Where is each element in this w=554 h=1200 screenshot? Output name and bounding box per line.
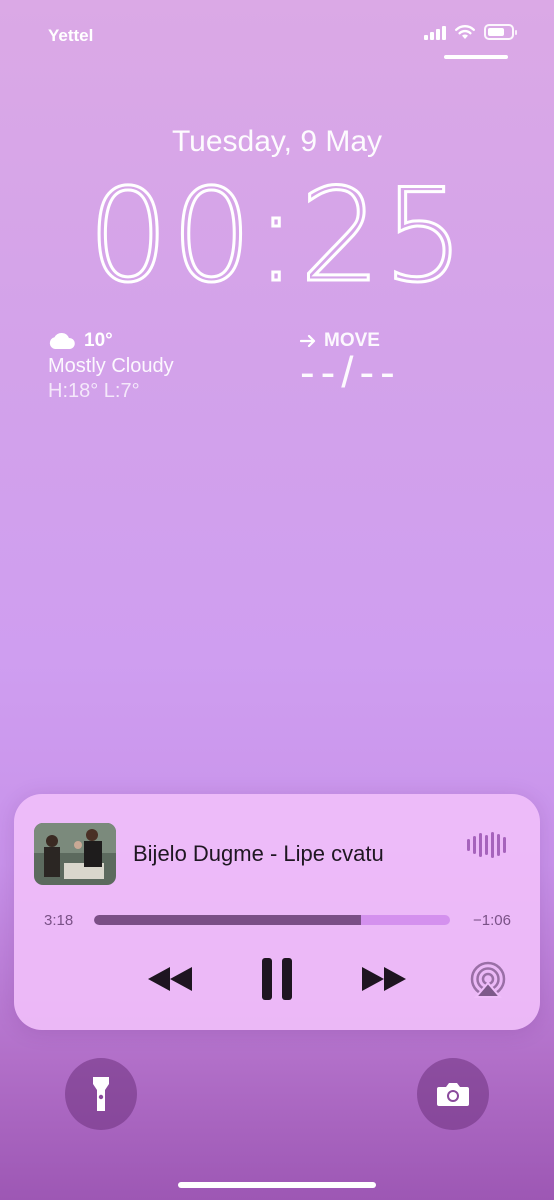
lock-date: Tuesday, 9 May xyxy=(171,125,383,158)
wifi-icon xyxy=(455,25,475,39)
cellular-signal-icon xyxy=(424,24,446,40)
home-indicator[interactable] xyxy=(178,1182,376,1188)
activity-widget[interactable]: MOVE --/-- xyxy=(300,330,401,398)
move-value: --/-- xyxy=(300,348,401,397)
airplay-icon xyxy=(470,961,506,998)
fast-forward-button[interactable] xyxy=(358,954,410,1004)
waveform-icon xyxy=(467,832,506,858)
flashlight-button[interactable] xyxy=(65,1058,137,1130)
flashlight-icon xyxy=(93,1077,109,1111)
playback-scrubber[interactable] xyxy=(94,915,450,925)
weather-high-low: H:18° L:7° xyxy=(48,380,140,402)
carrier-name: Yettel xyxy=(48,26,94,45)
backward-icon xyxy=(148,967,192,991)
album-artwork[interactable] xyxy=(34,823,116,885)
now-playing-card[interactable]: Bijelo Dugme - Lipe cvatu 3:18 −1:06 xyxy=(14,794,540,1030)
camera-icon xyxy=(437,1083,469,1106)
weather-widget[interactable]: 10° Mostly Cloudy H:18° L:7° xyxy=(48,330,174,403)
cloud-icon xyxy=(49,332,75,349)
forward-icon xyxy=(362,967,406,991)
pause-icon xyxy=(262,958,292,1000)
song-title: Bijelo Dugme - Lipe cvatu xyxy=(133,841,384,866)
remaining-time: −1:06 xyxy=(473,912,511,929)
airplay-button[interactable] xyxy=(466,958,510,1002)
arrow-right-icon xyxy=(300,334,316,348)
battery-icon xyxy=(484,24,517,40)
lock-clock: 00:25 xyxy=(0,161,554,313)
control-center-indicator[interactable] xyxy=(444,55,508,59)
status-icons xyxy=(424,24,517,40)
elapsed-time: 3:18 xyxy=(44,912,74,929)
playback-progress-fill xyxy=(94,915,361,925)
weather-temperature: 10° xyxy=(84,330,113,351)
camera-button[interactable] xyxy=(417,1058,489,1130)
pause-button[interactable] xyxy=(251,950,303,1008)
weather-condition: Mostly Cloudy xyxy=(48,355,174,377)
rewind-button[interactable] xyxy=(144,954,196,1004)
clock-time: 00:25 xyxy=(88,165,467,305)
